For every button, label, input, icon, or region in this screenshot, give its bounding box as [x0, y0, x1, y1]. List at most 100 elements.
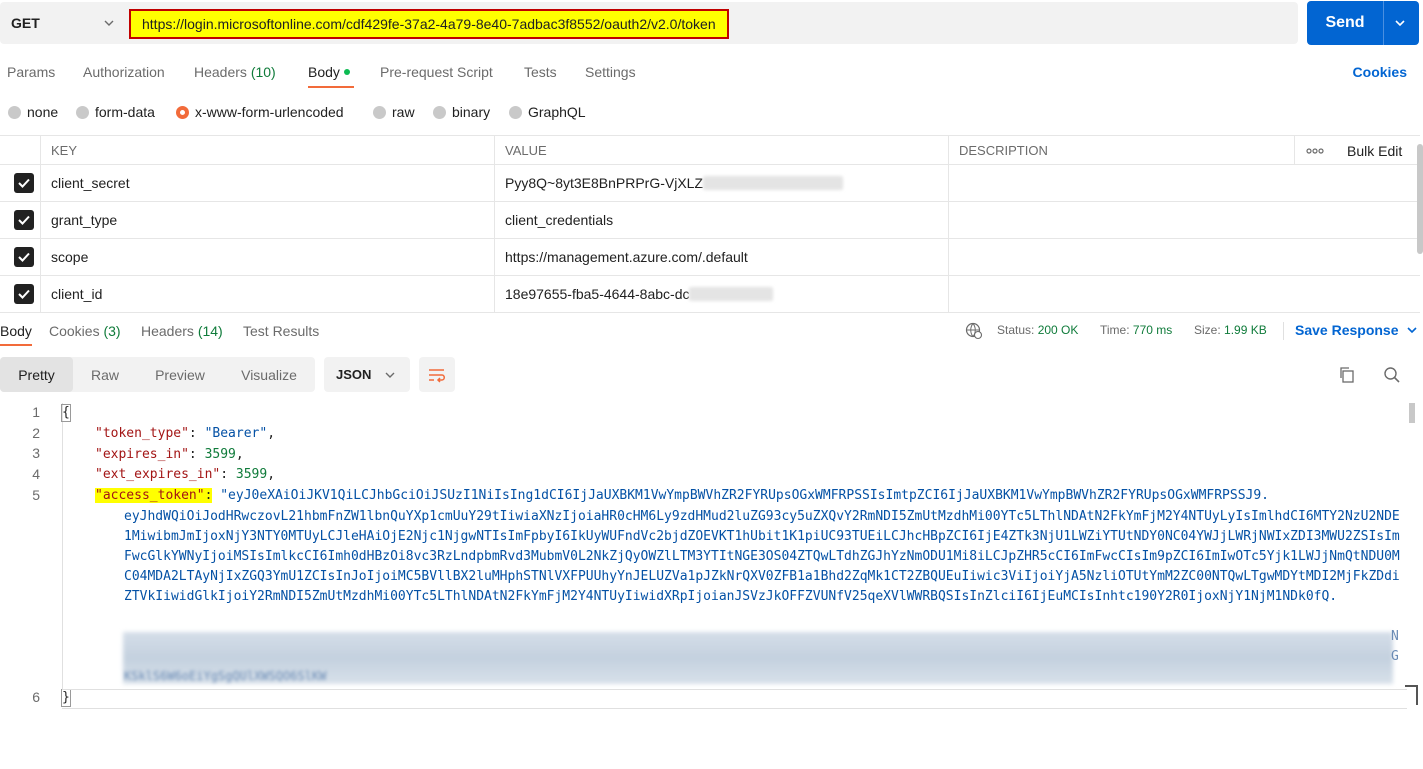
response-tab-cookies[interactable]: Cookies (3) — [49, 323, 121, 339]
param-value-text: 18e97655-fba5-4644-8abc-dc — [505, 286, 690, 302]
time-label: Time: — [1100, 323, 1130, 337]
copy-icon — [1340, 367, 1354, 383]
cookies-link[interactable]: Cookies — [1353, 64, 1407, 80]
method-label: GET — [11, 15, 40, 31]
radio-graphql[interactable]: GraphQL — [509, 104, 586, 120]
code-line: "access_token": "eyJ0eXAiOiJKV1QiLCJhbGc… — [95, 488, 1270, 503]
bulk-edit-button[interactable]: Bulk Edit — [1347, 136, 1402, 166]
param-description[interactable] — [948, 165, 1420, 201]
redacted-trail: KSklS6W6oEiYgSgQUlXWSQO6SlKW — [124, 669, 327, 683]
radio-binary[interactable]: binary — [433, 104, 490, 120]
line-number: 5 — [32, 487, 40, 503]
radio-binary-label: binary — [452, 104, 491, 120]
radio-raw[interactable]: raw — [373, 104, 415, 120]
response-tab-cookies-label: Cookies — [49, 323, 100, 339]
code-line: { — [61, 403, 71, 423]
save-response-button[interactable]: Save Response — [1295, 322, 1418, 338]
param-value[interactable]: client_credentials — [494, 202, 948, 238]
copy-button[interactable] — [1336, 364, 1358, 386]
method-select[interactable]: GET — [0, 2, 126, 44]
response-tab-cookies-count: (3) — [103, 323, 121, 339]
time-readout: Time: 770 ms — [1100, 323, 1172, 337]
line-number: 1 — [32, 404, 40, 420]
response-bar: Body Cookies (3) Headers (14) Test Resul… — [0, 315, 1423, 347]
json-key-highlighted: "access_token" — [95, 488, 205, 503]
tab-headers[interactable]: Headers (10) — [194, 64, 276, 80]
tab-prerequest-script[interactable]: Pre-request Script — [380, 64, 493, 80]
radio-form-data-label: form-data — [95, 104, 155, 120]
view-preview-button[interactable]: Preview — [137, 357, 223, 392]
param-description[interactable] — [948, 202, 1420, 238]
params-scrollbar[interactable] — [1417, 144, 1423, 254]
checkbox-checked-icon[interactable] — [14, 247, 34, 267]
open-brace: { — [61, 404, 71, 422]
tab-tests[interactable]: Tests — [524, 64, 557, 80]
chevron-down-icon[interactable] — [1393, 16, 1407, 30]
send-button[interactable]: Send — [1307, 1, 1419, 45]
chevron-down-icon — [104, 20, 114, 26]
json-number: 3599 — [235, 467, 268, 482]
status-label: Status: — [997, 323, 1035, 337]
request-bar: GET https://login.microsoftonline.com/cd… — [0, 0, 1423, 46]
tab-headers-label: Headers — [194, 64, 247, 80]
tab-authorization[interactable]: Authorization — [83, 64, 165, 80]
radio-selected-icon — [176, 105, 189, 119]
radio-circle-icon — [433, 105, 446, 119]
view-pretty-button[interactable]: Pretty — [0, 357, 73, 392]
tab-params[interactable]: Params — [7, 64, 55, 80]
response-tab-headers[interactable]: Headers (14) — [141, 323, 223, 339]
active-line-highlight — [62, 689, 1407, 709]
view-visualize-button[interactable]: Visualize — [223, 357, 315, 392]
response-tab-test-results[interactable]: Test Results — [243, 323, 319, 339]
tab-settings[interactable]: Settings — [585, 64, 636, 80]
redacted-trail: G — [1391, 649, 1399, 664]
checkbox-checked-icon[interactable] — [14, 210, 34, 230]
radio-x-www-form-urlencoded[interactable]: x-www-form-urlencoded — [176, 104, 344, 120]
line-number: 3 — [32, 445, 40, 461]
param-value[interactable]: 18e97655-fba5-4644-8abc-dc — [494, 276, 948, 312]
tab-body[interactable]: Body — [308, 64, 350, 80]
checkbox-checked-icon[interactable] — [14, 284, 34, 304]
radio-form-data[interactable]: form-data — [76, 104, 155, 120]
send-label: Send — [1325, 14, 1365, 31]
param-value[interactable]: https://management.azure.com/.default — [494, 239, 948, 275]
send-divider — [1383, 1, 1384, 45]
code-scrollbar[interactable] — [1409, 403, 1415, 423]
tab-body-label: Body — [308, 64, 340, 80]
radio-circle-icon — [373, 105, 386, 119]
radio-none[interactable]: none — [8, 104, 58, 120]
wrap-lines-icon — [429, 368, 445, 383]
radio-circle-icon — [8, 105, 21, 119]
search-button[interactable] — [1381, 364, 1403, 386]
radio-circle-icon — [76, 105, 89, 119]
format-select[interactable]: JSON — [324, 357, 410, 392]
response-tab-body[interactable]: Body — [0, 323, 32, 339]
param-key[interactable]: scope — [40, 239, 494, 275]
view-raw-button[interactable]: Raw — [73, 357, 137, 392]
param-description[interactable] — [948, 239, 1420, 275]
checkbox-checked-icon[interactable] — [14, 173, 34, 193]
wrap-lines-button[interactable] — [419, 357, 455, 392]
chevron-down-icon — [385, 372, 395, 378]
response-code-viewer[interactable]: 1 2 3 4 5 6 { "token_type": "Bearer", "e… — [0, 403, 1423, 769]
param-key[interactable]: client_secret — [40, 165, 494, 201]
param-key[interactable]: grant_type — [40, 202, 494, 238]
radio-none-label: none — [27, 104, 59, 120]
url-input[interactable]: https://login.microsoftonline.com/cdf429… — [126, 2, 1298, 44]
param-key[interactable]: client_id — [40, 276, 494, 312]
json-key: "expires_in" — [95, 447, 189, 462]
json-string: "Bearer" — [204, 426, 268, 441]
response-tab-headers-label: Headers — [141, 323, 194, 339]
params-table-header: KEY VALUE DESCRIPTION Bulk Edit — [0, 135, 1420, 165]
size-label: Size: — [1194, 323, 1221, 337]
param-value[interactable]: Pyy8Q~8yt3E8BnPRPrG-VjXLZ — [494, 165, 948, 201]
globe-icon[interactable] — [965, 322, 983, 340]
line-number: 4 — [32, 466, 40, 482]
indent-guide — [62, 403, 63, 689]
divider — [1283, 322, 1284, 340]
param-description[interactable] — [948, 276, 1420, 312]
status-dot-icon — [343, 69, 350, 75]
more-options-icon[interactable] — [1306, 136, 1324, 166]
format-label: JSON — [336, 367, 372, 382]
redacted-trail: N — [1391, 629, 1399, 644]
